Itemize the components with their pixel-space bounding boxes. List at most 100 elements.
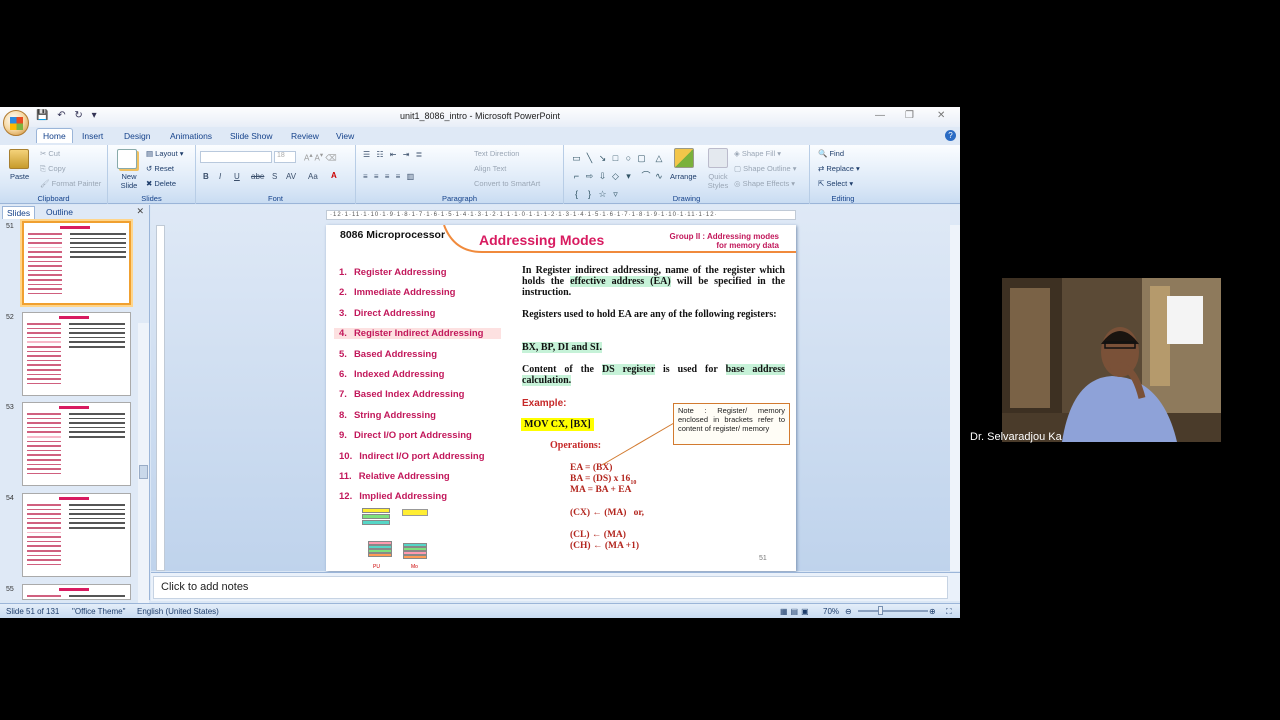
select-button[interactable]: ⇱ Select ▾ <box>818 179 853 188</box>
bold-button[interactable]: B <box>203 172 209 181</box>
quick-styles-icon[interactable] <box>708 148 728 168</box>
slide-thumbnail[interactable] <box>22 584 131 600</box>
close-panel-icon[interactable]: ✕ <box>136 206 144 217</box>
minimize-icon[interactable]: — <box>875 110 885 121</box>
arrange-icon[interactable] <box>674 148 694 168</box>
elbow-shape-icon[interactable]: ⌐ <box>570 171 583 181</box>
undo-icon[interactable]: ↶ <box>57 110 65 121</box>
slide-editor: ·12·1·11·1·10·1·9·1·8·1·7·1·6·1·5·1·4·1·… <box>151 205 960 571</box>
shape-fill-button[interactable]: ◈ Shape Fill ▾ <box>734 149 781 158</box>
notes-input[interactable]: Click to add notes <box>153 576 948 599</box>
paste-button[interactable]: Paste <box>10 172 29 181</box>
rounded-rect-shape-icon[interactable]: ▢ <box>635 153 648 164</box>
curve-shape-icon[interactable]: ⌒ <box>639 169 652 182</box>
panel-scrollbar[interactable] <box>138 323 149 618</box>
italic-button[interactable]: I <box>219 172 221 181</box>
tab-design[interactable]: Design <box>118 129 156 143</box>
flowchart-shape-icon[interactable]: ◇ <box>609 171 622 182</box>
oval-shape-icon[interactable]: ○ <box>622 153 635 163</box>
freeform-shape-icon[interactable]: ∿ <box>652 171 665 182</box>
triangle-shape-icon[interactable]: △ <box>652 153 665 164</box>
shadow-button[interactable]: S <box>272 172 277 181</box>
strikethrough-button[interactable]: abe <box>251 172 264 181</box>
customize-qat-icon[interactable]: ▾ <box>92 110 97 121</box>
slide-thumbnail[interactable] <box>22 493 131 577</box>
close-icon[interactable]: ✕ <box>937 110 945 121</box>
grow-font-icon[interactable]: A▴ A▾ ⌫ <box>304 151 337 163</box>
view-buttons[interactable]: ▦▤▣ <box>780 607 812 616</box>
arrange-button[interactable]: Arrange <box>670 172 697 181</box>
tab-animations[interactable]: Animations <box>164 129 218 143</box>
zoom-in-icon[interactable]: ⊕ <box>929 607 936 616</box>
paragraph-label: Paragraph <box>441 194 478 203</box>
font-color-button[interactable]: A <box>331 171 337 180</box>
delete-button[interactable]: ✖ Delete <box>146 179 176 188</box>
zoom-level[interactable]: 70% <box>823 607 839 616</box>
textbox-shape-icon[interactable]: ▭ <box>570 153 583 164</box>
zoom-slider[interactable] <box>858 610 928 612</box>
quick-access-toolbar: 💾 ↶ ↻ ▾ <box>36 110 103 121</box>
paste-icon[interactable] <box>9 149 29 169</box>
slide-thumbnail[interactable] <box>22 402 131 486</box>
slide-thumbnail[interactable] <box>22 312 131 396</box>
tab-slides[interactable]: Slides <box>2 206 36 219</box>
cut-button[interactable]: ✂ Cut <box>40 149 60 158</box>
font-size-box[interactable]: 18 <box>274 151 296 163</box>
editor-scrollbar[interactable] <box>950 225 960 571</box>
down-arrow-shape-icon[interactable]: ⇩ <box>596 171 609 182</box>
shape-effects-button[interactable]: ◎ Shape Effects ▾ <box>734 179 795 188</box>
arrow-shape-icon[interactable]: ↘ <box>596 153 609 164</box>
replace-button[interactable]: ⇄ Replace ▾ <box>818 164 860 173</box>
panel-scroll-thumb[interactable] <box>139 465 148 479</box>
thumbnail-line <box>27 540 61 543</box>
fit-window-icon[interactable]: ⛶ <box>946 607 952 617</box>
thumbnail-number: 51 <box>6 223 14 230</box>
quick-styles-button[interactable]: Quick Styles <box>703 172 733 190</box>
new-slide-button[interactable]: New Slide <box>117 172 141 190</box>
list-buttons[interactable]: ☰ ☷ ⇤ ⇥ ≣ <box>363 150 424 159</box>
font-name-box[interactable] <box>200 151 272 163</box>
tab-review[interactable]: Review <box>285 129 325 143</box>
language[interactable]: English (United States) <box>137 607 219 616</box>
change-case-button[interactable]: Aa <box>308 172 318 181</box>
more-shapes-icon[interactable]: ▾ <box>622 171 635 182</box>
office-button[interactable] <box>3 110 29 136</box>
find-button[interactable]: 🔍 Find <box>818 149 844 158</box>
save-icon[interactable]: 💾 <box>36 110 48 121</box>
thumbnail-number: 52 <box>6 314 14 321</box>
copy-button[interactable]: ⎘ Copy <box>40 164 66 174</box>
new-slide-icon[interactable] <box>117 149 137 169</box>
copy-label: Copy <box>48 164 66 173</box>
redo-icon[interactable]: ↻ <box>74 110 82 121</box>
zoom-slider-thumb[interactable] <box>878 606 883 615</box>
thumbnail-line <box>27 350 61 353</box>
layout-button[interactable]: ▤ Layout ▾ <box>146 149 184 158</box>
thumbnail-line <box>28 283 62 286</box>
underline-button[interactable]: U <box>234 172 240 181</box>
restore-icon[interactable]: ❐ <box>905 110 914 121</box>
tab-outline[interactable]: Outline <box>42 206 77 218</box>
right-arrow-shape-icon[interactable]: ⇨ <box>583 171 596 182</box>
tab-view[interactable]: View <box>330 129 360 143</box>
thumbnail-line <box>27 445 61 447</box>
format-painter-button[interactable]: 🖌 Format Painter <box>40 179 101 188</box>
align-buttons[interactable]: ≡ ≡ ≡ ≡ ▥ <box>363 172 416 181</box>
thumbnail-line <box>27 508 61 511</box>
char-spacing-button[interactable]: AV <box>286 172 296 181</box>
font-label: Font <box>267 194 283 203</box>
shape-outline-button[interactable]: ▢ Shape Outline ▾ <box>734 164 797 173</box>
tab-home[interactable]: Home <box>36 128 73 143</box>
zoom-out-icon[interactable]: ⊖ <box>845 607 852 616</box>
tab-slide-show[interactable]: Slide Show <box>224 129 279 143</box>
slide-thumbnail[interactable] <box>22 221 131 305</box>
tab-insert[interactable]: Insert <box>76 129 109 143</box>
editing-label: Editing <box>831 194 855 203</box>
rect-shape-icon[interactable]: □ <box>609 153 622 163</box>
help-icon[interactable]: ? <box>945 130 956 141</box>
align-text-button[interactable]: Align Text <box>474 164 506 173</box>
convert-smartart-button[interactable]: Convert to SmartArt <box>474 179 540 188</box>
line-shape-icon[interactable]: ╲ <box>583 153 596 164</box>
thumbnail-text-line <box>69 517 125 520</box>
text-direction-button[interactable]: Text Direction <box>474 149 519 158</box>
reset-button[interactable]: ↺ Reset <box>146 164 174 173</box>
